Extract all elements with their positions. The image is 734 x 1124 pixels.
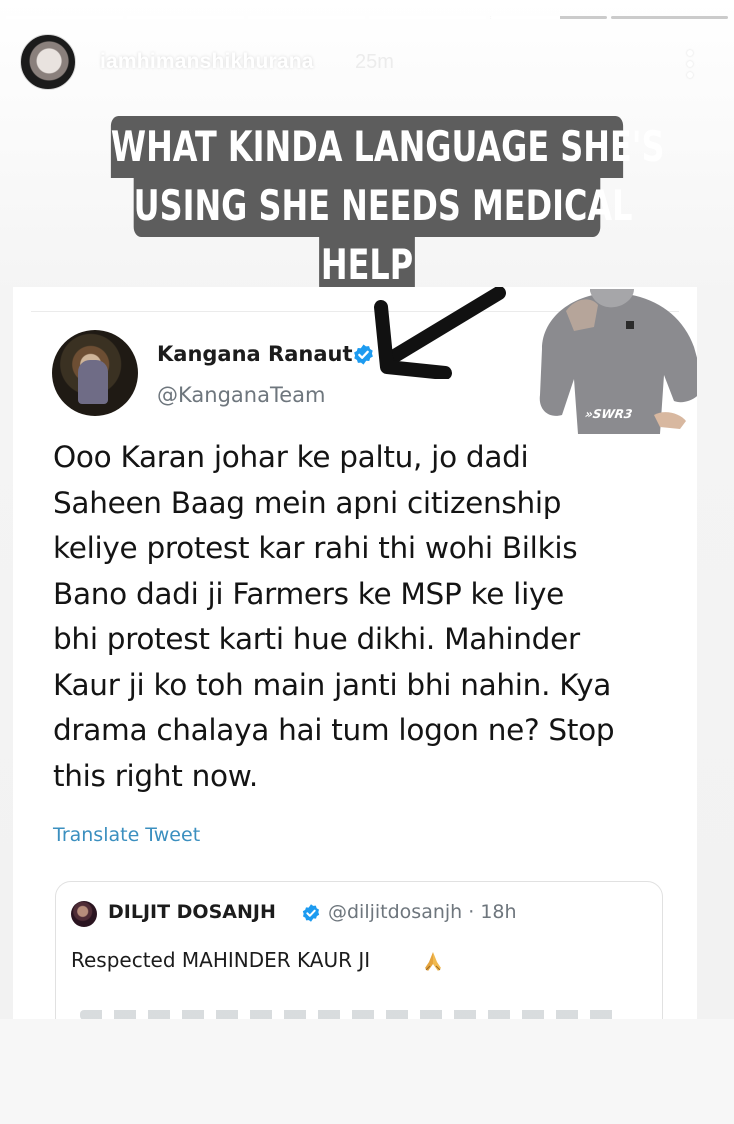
quoted-tweet-text: Respected MAHINDER KAUR JI xyxy=(71,948,371,972)
folded-hands-icon xyxy=(425,952,441,971)
sticker-label: »SWR3 xyxy=(584,407,634,421)
more-vertical-icon[interactable] xyxy=(680,48,700,80)
tweet-text: Ooo Karan johar ke paltu, jo dadi Saheen… xyxy=(53,440,615,793)
tweet-author-handle: @KanganaTeam xyxy=(157,383,326,407)
progress-segment xyxy=(490,16,607,19)
cropped-text-line xyxy=(80,1010,620,1019)
story-bottom-area xyxy=(0,1019,734,1124)
quoted-author-name: DILJIT DOSANJH xyxy=(108,901,276,923)
progress-segment xyxy=(6,16,123,19)
progress-segment xyxy=(369,16,486,19)
tweet-author-name: Kangana Ranaut xyxy=(157,342,353,366)
profile-avatar[interactable] xyxy=(20,34,76,90)
verified-badge-icon xyxy=(354,344,373,365)
progress-segment xyxy=(127,16,244,19)
tweet-author-avatar xyxy=(52,330,138,416)
quoted-tweet[interactable]: DILJIT DOSANJH @diljitdosanjh · 18h Resp… xyxy=(55,881,663,1019)
caption-line-2: USING SHE NEEDS MEDICAL xyxy=(133,175,632,237)
story-timestamp: 25m xyxy=(355,51,394,73)
verified-badge-icon xyxy=(302,904,320,922)
story-username[interactable]: iamhimanshikhurana xyxy=(100,50,314,74)
quoted-author-handle: @diljitdosanjh · 18h xyxy=(328,901,517,923)
translate-tweet-link[interactable]: Translate Tweet xyxy=(53,824,200,846)
progress-segment xyxy=(611,16,728,19)
caption-line-1: WHAT KINDA LANGUAGE SHE'S xyxy=(110,116,665,178)
story-progress-bar xyxy=(6,16,728,19)
progress-segment xyxy=(248,16,365,19)
arrow-pointer-icon xyxy=(374,287,506,379)
meme-sticker: »SWR3 xyxy=(534,287,697,434)
tweet-screenshot: Kangana Ranaut @KanganaTeam »SWR3 Ooo Ka… xyxy=(13,287,697,1019)
quoted-author-avatar xyxy=(71,901,97,927)
